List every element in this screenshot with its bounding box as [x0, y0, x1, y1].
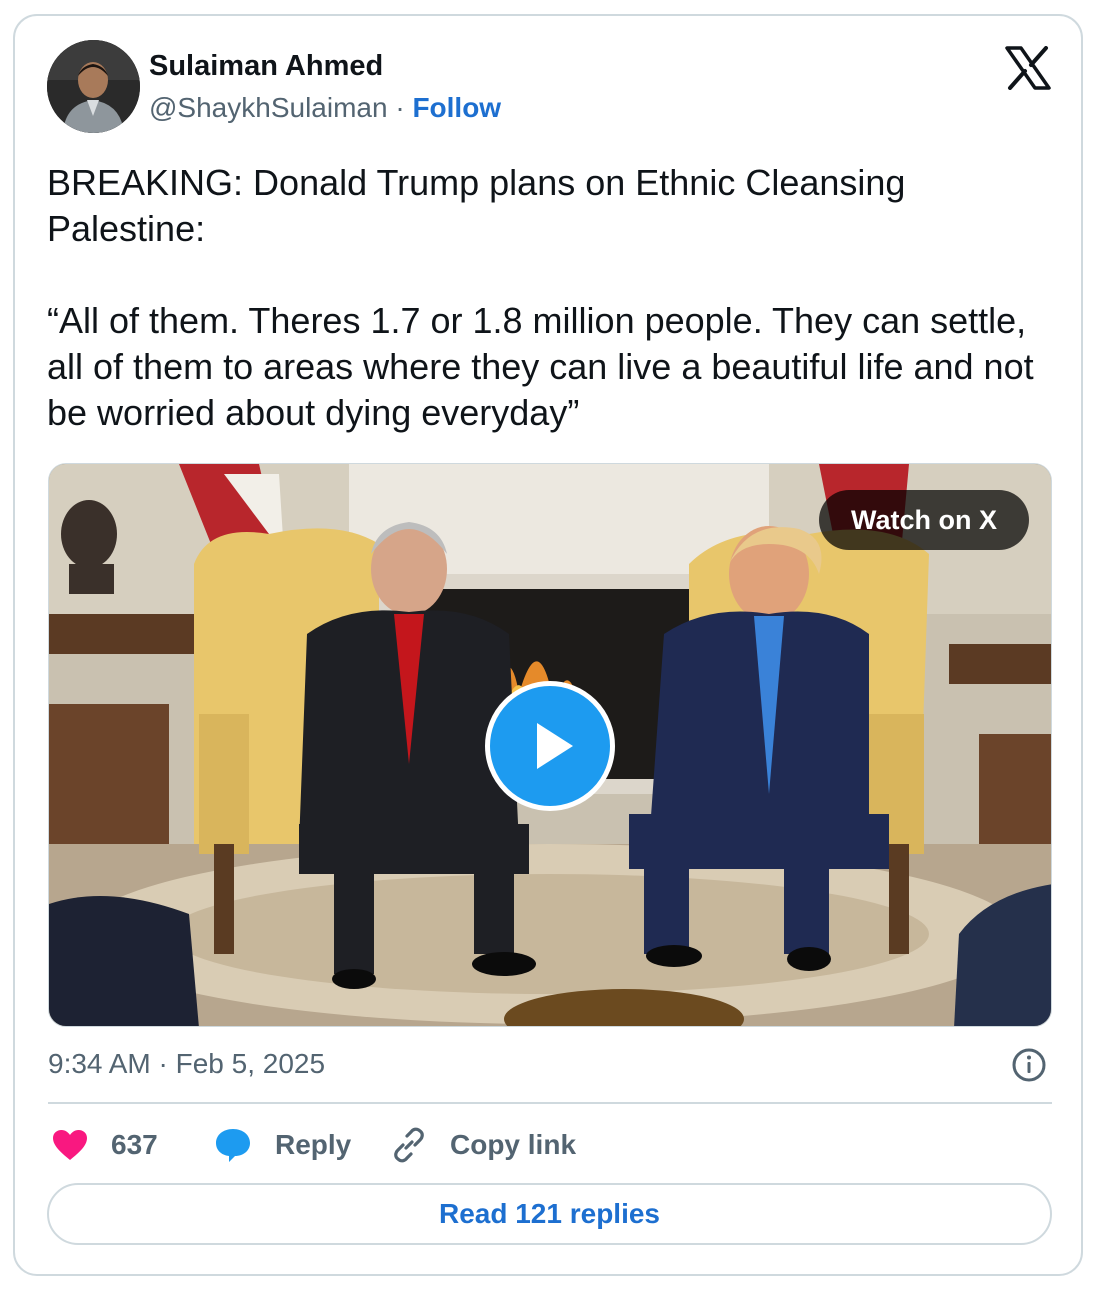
author-avatar[interactable]: [47, 40, 140, 133]
heart-icon: [53, 1130, 87, 1160]
copy-link-label: Copy link: [450, 1129, 577, 1160]
play-icon: [537, 723, 573, 769]
info-icon[interactable]: [1011, 1047, 1047, 1083]
watch-on-x-badge[interactable]: Watch on X: [819, 490, 1029, 550]
read-replies-button[interactable]: Read 121 replies: [47, 1183, 1052, 1245]
video-player[interactable]: Watch on X: [48, 463, 1052, 1027]
author-handle-row: @ShaykhSulaiman · Follow: [149, 92, 501, 124]
reply-label: Reply: [275, 1129, 352, 1160]
handle-separator: ·: [387, 92, 413, 123]
like-count: 637: [111, 1129, 158, 1160]
link-icon: [394, 1127, 424, 1163]
author-name[interactable]: Sulaiman Ahmed: [149, 50, 383, 83]
tweet-card: Sulaiman Ahmed @ShaykhSulaiman · Follow …: [13, 14, 1083, 1276]
reply-bubble-icon: [216, 1129, 250, 1162]
tweet-paragraph: BREAKING: Donald Trump plans on Ethnic C…: [47, 162, 906, 249]
follow-link[interactable]: Follow: [412, 92, 501, 123]
tweet-text: BREAKING: Donald Trump plans on Ethnic C…: [47, 160, 1047, 436]
play-button[interactable]: [485, 681, 615, 811]
x-logo-icon[interactable]: [1005, 46, 1051, 90]
author-handle[interactable]: @ShaykhSulaiman: [149, 92, 388, 123]
like-button[interactable]: 637: [51, 1120, 158, 1170]
copy-link-button[interactable]: Copy link: [390, 1120, 576, 1170]
reply-button[interactable]: Reply: [213, 1120, 351, 1170]
divider: [48, 1102, 1052, 1104]
tweet-timestamp[interactable]: 9:34 AM · Feb 5, 2025: [48, 1048, 325, 1080]
tweet-paragraph: “All of them. Theres 1.7 or 1.8 million …: [47, 300, 1034, 433]
